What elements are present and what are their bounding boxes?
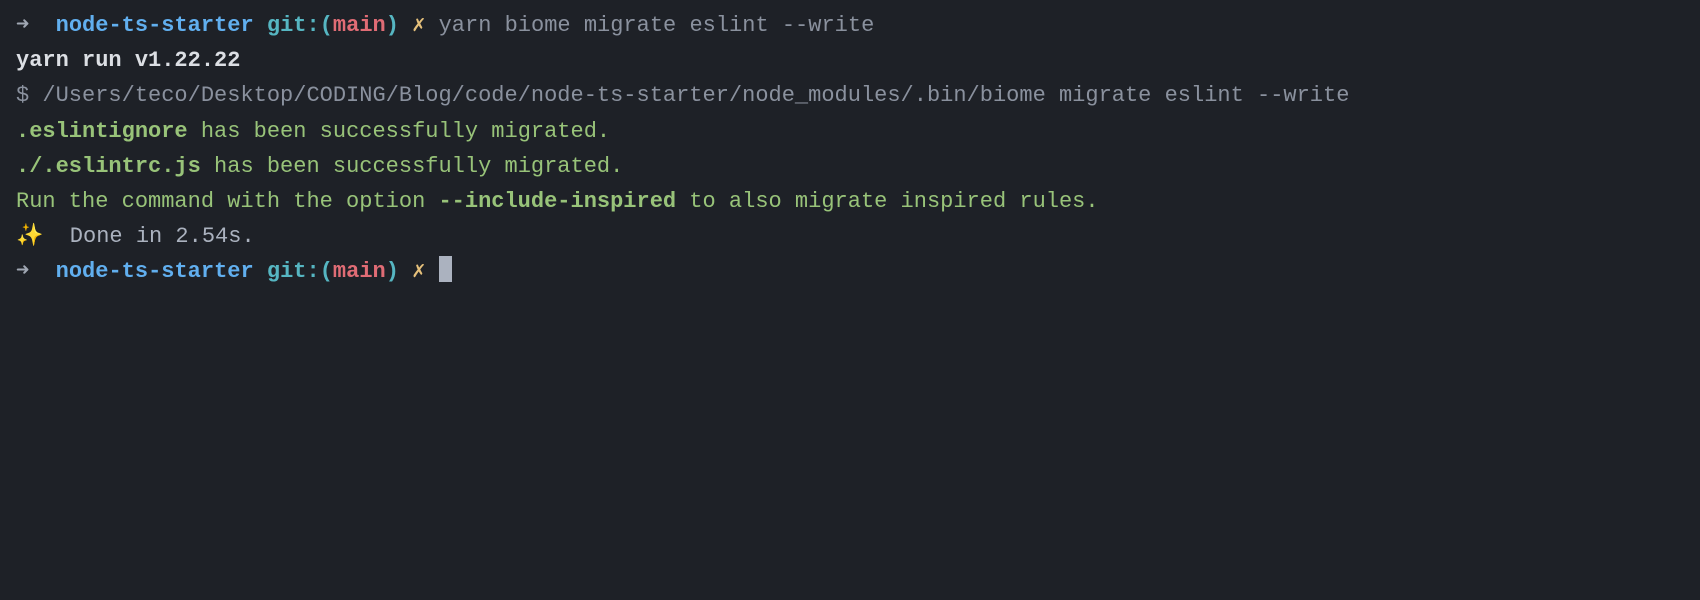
shell-exec-text: $ /Users/teco/Desktop/CODING/Blog/code/n… xyxy=(16,83,1349,108)
git-paren-close: ) xyxy=(386,259,399,284)
git-paren-open: ( xyxy=(320,13,333,38)
prompt-arrow-icon: ➜ xyxy=(16,259,56,284)
git-label: git: xyxy=(254,259,320,284)
hint-pre: Run the command with the option xyxy=(16,189,438,214)
git-branch: main xyxy=(333,259,386,284)
sparkle-icon: ✨ xyxy=(16,224,43,249)
command-yarn: yarn xyxy=(439,13,492,38)
git-dirty-icon: ✗ xyxy=(399,259,439,284)
migrated-msg-2: has been successfully migrated. xyxy=(201,154,623,179)
migrated-msg-1: has been successfully migrated. xyxy=(188,119,610,144)
prompt-dir: node-ts-starter xyxy=(56,259,254,284)
git-label: git: xyxy=(254,13,320,38)
shell-exec-line: $ /Users/teco/Desktop/CODING/Blog/code/n… xyxy=(16,78,1684,113)
migrated-file-2: ./.eslintrc.js xyxy=(16,154,201,179)
command-args: biome migrate eslint --write xyxy=(491,13,874,38)
migrate-line-1: .eslintignore has been successfully migr… xyxy=(16,114,1684,149)
migrate-line-2: ./.eslintrc.js has been successfully mig… xyxy=(16,149,1684,184)
hint-post: to also migrate inspired rules. xyxy=(676,189,1098,214)
prompt-arrow-icon: ➜ xyxy=(16,13,56,38)
yarn-run-text: yarn run v1.22.22 xyxy=(16,48,240,73)
prompt-dir: node-ts-starter xyxy=(56,13,254,38)
prompt-line-2[interactable]: ➜ node-ts-starter git:(main) ✗ xyxy=(16,254,1684,289)
git-dirty-icon: ✗ xyxy=(399,13,439,38)
terminal-cursor xyxy=(439,256,452,282)
git-paren-open: ( xyxy=(320,259,333,284)
migrated-file-1: .eslintignore xyxy=(16,119,188,144)
git-paren-close: ) xyxy=(386,13,399,38)
hint-flag: --include-inspired xyxy=(438,189,676,214)
hint-line: Run the command with the option --includ… xyxy=(16,184,1684,219)
done-text: Done in 2.54s. xyxy=(43,224,254,249)
done-line: ✨ Done in 2.54s. xyxy=(16,219,1684,254)
yarn-run-line: yarn run v1.22.22 xyxy=(16,43,1684,78)
git-branch: main xyxy=(333,13,386,38)
prompt-line-1[interactable]: ➜ node-ts-starter git:(main) ✗ yarn biom… xyxy=(16,8,1684,43)
